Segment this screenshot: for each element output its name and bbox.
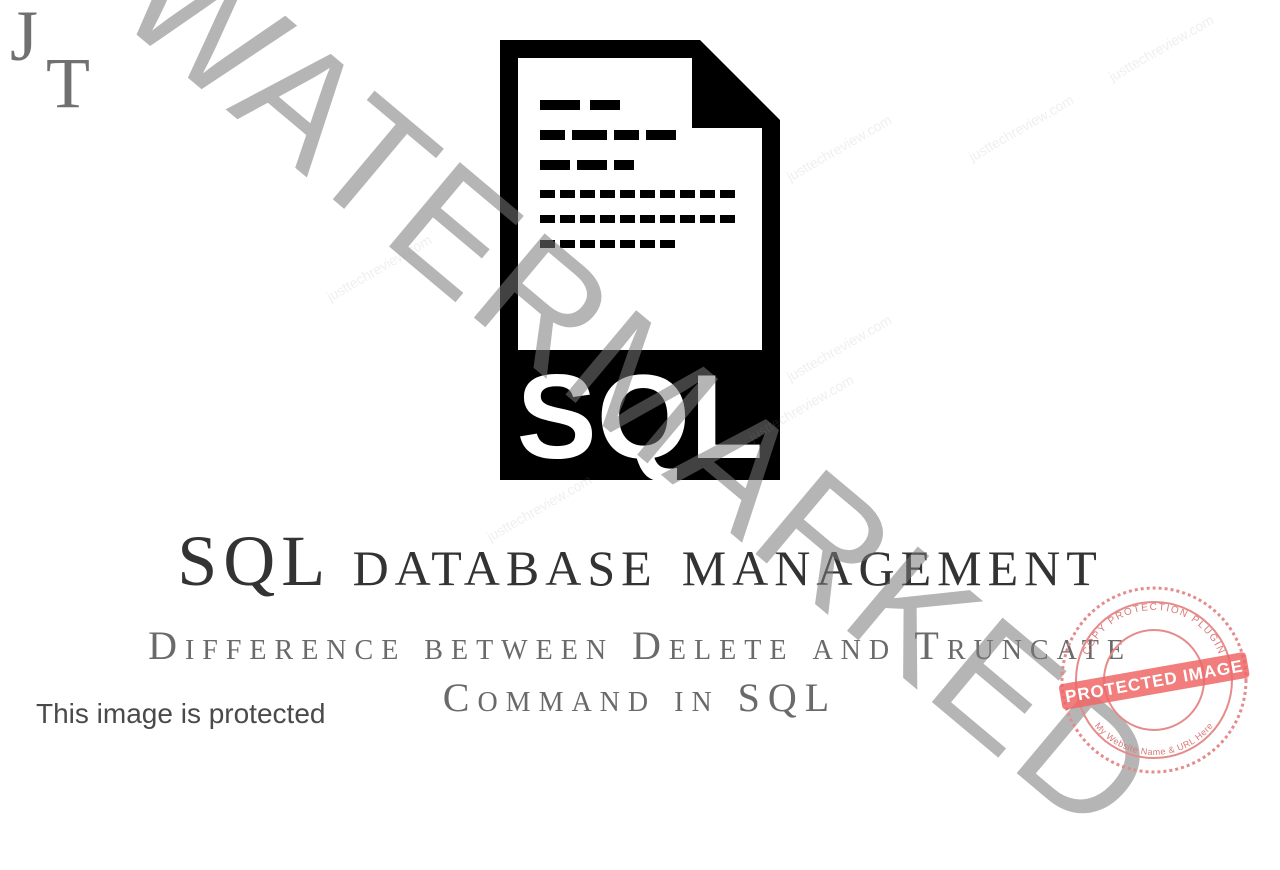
- watermark-url: justtechreview.com: [784, 312, 894, 385]
- logo-line-2: T: [46, 51, 86, 116]
- sql-file-icon: SQL: [480, 30, 800, 490]
- watermark-url: justtechreview.com: [784, 112, 894, 185]
- watermark-url: justtechreview.com: [1106, 12, 1216, 85]
- sql-icon-label: SQL: [517, 350, 764, 484]
- image-canvas: J T SQL SQL database management Differen…: [0, 0, 1280, 800]
- site-logo: J T: [10, 4, 86, 116]
- stamp-outer-bottom: My Website Name & URL Here: [1093, 721, 1215, 758]
- headline: SQL database management: [0, 520, 1280, 603]
- watermark-url: justtechreview.com: [324, 232, 434, 305]
- protected-note: This image is protected: [36, 698, 325, 730]
- watermark-url: justtechreview.com: [966, 92, 1076, 165]
- svg-text:My Website Name & URL Here: My Website Name & URL Here: [1093, 721, 1215, 758]
